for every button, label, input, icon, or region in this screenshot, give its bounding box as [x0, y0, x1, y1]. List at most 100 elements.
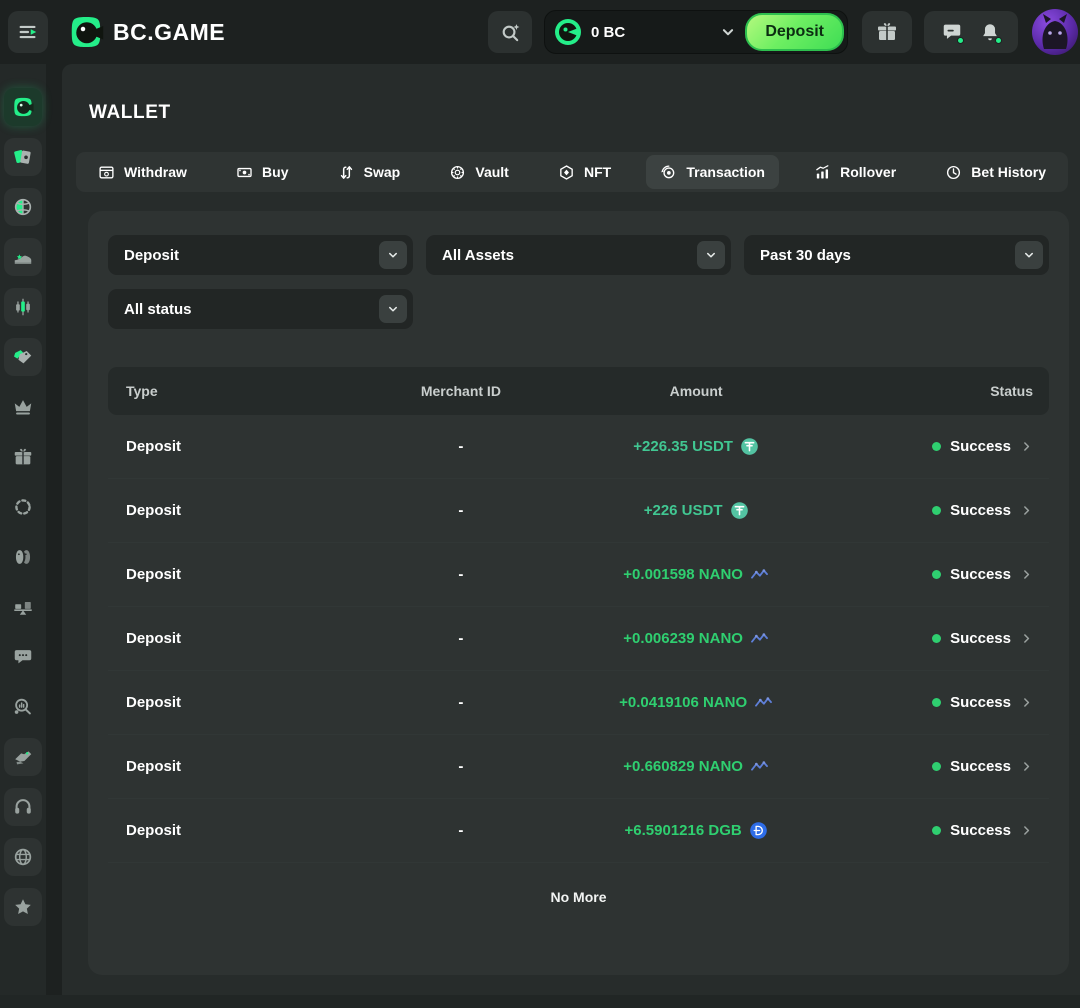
table-row[interactable]: Deposit - +0.001598 NANO Success [108, 543, 1049, 607]
tab-label: Vault [475, 164, 508, 180]
status-label: Success [950, 822, 1011, 839]
row-status[interactable]: Success [932, 502, 1049, 519]
no-more-label: No More [108, 889, 1049, 905]
dropdown-value: All Assets [442, 247, 514, 264]
row-status[interactable]: Success [932, 822, 1049, 839]
balance-selector[interactable]: 0 BC Deposit [544, 10, 848, 54]
filter-dropdown[interactable]: All Assets [426, 235, 731, 275]
sidebar-item-icon [12, 146, 34, 168]
dropdown-chevron-button[interactable] [379, 295, 407, 323]
table-row[interactable]: Deposit - +226 USDT Success [108, 479, 1049, 543]
chevron-right-icon [1020, 504, 1033, 517]
sidebar-item-icon [12, 496, 34, 518]
row-type: Deposit [108, 758, 181, 775]
row-amount-text: +0.660829 NANO [623, 758, 743, 775]
wallet-tab[interactable]: Swap [324, 155, 415, 189]
avatar-creature-icon [1032, 9, 1078, 55]
sidebar-item[interactable] [4, 738, 42, 776]
sidebar-item-icon [12, 746, 34, 768]
sidebar-item[interactable] [4, 838, 42, 876]
gift-icon [875, 20, 899, 44]
wallet-tab[interactable]: NFT [544, 155, 625, 189]
tab-label: Bet History [971, 164, 1046, 180]
chevron-right-icon [1020, 632, 1033, 645]
chevron-down-icon [386, 302, 400, 316]
table-row[interactable]: Deposit - +0.0419106 NANO Success [108, 671, 1049, 735]
sidebar-item[interactable] [4, 788, 42, 826]
avatar[interactable] [1032, 9, 1078, 55]
wallet-tab[interactable]: Vault [435, 155, 522, 189]
wallet-tab[interactable]: Bet History [931, 155, 1060, 189]
rewards-button[interactable] [862, 11, 912, 53]
filter-row: Deposit All Assets Past 30 days [108, 235, 1049, 329]
row-status[interactable]: Success [932, 694, 1049, 711]
chat-status-dot [957, 37, 964, 44]
top-header: BC.GAME 0 BC Deposit [0, 0, 1080, 64]
row-merchant-id: - [458, 566, 463, 583]
sidebar-item[interactable] [4, 188, 42, 226]
sidebar-item-icon [12, 596, 34, 618]
table-row[interactable]: Deposit - +6.5901216 DGB Success [108, 799, 1049, 863]
table-row[interactable]: Deposit - +0.660829 NANO Success [108, 735, 1049, 799]
chevron-right-icon [1020, 568, 1033, 581]
sidebar-item[interactable] [4, 538, 42, 576]
row-status[interactable]: Success [932, 438, 1049, 455]
brand-logo-text: BC.GAME [113, 19, 225, 46]
tab-icon [98, 164, 115, 181]
sidebar-item-icon [12, 796, 34, 818]
chevron-right-icon [1020, 696, 1033, 709]
notifications-button[interactable] [979, 21, 1001, 43]
filter-dropdown[interactable]: Past 30 days [744, 235, 1049, 275]
sidebar-item[interactable] [4, 88, 42, 126]
row-amount: +226.35 USDT [633, 437, 759, 456]
status-label: Success [950, 630, 1011, 647]
tab-icon [338, 164, 355, 181]
sidebar-item[interactable] [4, 338, 42, 376]
wallet-tab[interactable]: Buy [222, 155, 302, 189]
chevron-down-icon[interactable] [719, 23, 737, 41]
filter-dropdown[interactable]: All status [108, 289, 413, 329]
row-status[interactable]: Success [932, 758, 1049, 775]
coin-icon [730, 501, 749, 520]
dropdown-chevron-button[interactable] [1015, 241, 1043, 269]
success-dot [932, 570, 941, 579]
sidebar-item[interactable] [4, 138, 42, 176]
sidebar-item[interactable] [4, 388, 42, 426]
dropdown-chevron-button[interactable] [379, 241, 407, 269]
sidebar-item-icon [12, 396, 34, 418]
deposit-button[interactable]: Deposit [745, 13, 844, 51]
col-header-status: Status [990, 383, 1049, 399]
success-dot [932, 506, 941, 515]
wallet-tab[interactable]: Transaction [646, 155, 779, 189]
chat-button[interactable] [941, 21, 963, 43]
row-merchant-id: - [458, 630, 463, 647]
row-amount-text: +0.0419106 NANO [619, 694, 747, 711]
tab-label: Rollover [840, 164, 896, 180]
sidebar-item[interactable] [4, 488, 42, 526]
row-amount-text: +0.006239 NANO [623, 630, 743, 647]
dropdown-chevron-button[interactable] [697, 241, 725, 269]
wallet-tab[interactable]: Withdraw [84, 155, 201, 189]
wallet-tab[interactable]: Rollover [800, 155, 910, 189]
row-status[interactable]: Success [932, 630, 1049, 647]
sidebar-toggle-button[interactable] [8, 11, 48, 53]
sidebar-item[interactable] [4, 688, 42, 726]
sidebar-item[interactable] [4, 638, 42, 676]
sidebar-item-icon [12, 896, 34, 918]
table-row[interactable]: Deposit - +0.006239 NANO Success [108, 607, 1049, 671]
sidebar-item[interactable] [4, 288, 42, 326]
sidebar-item[interactable] [4, 588, 42, 626]
search-button[interactable] [488, 11, 532, 53]
table-row[interactable]: Deposit - +226.35 USDT Success [108, 415, 1049, 479]
row-status[interactable]: Success [932, 566, 1049, 583]
sidebar-item[interactable] [4, 238, 42, 276]
sidebar-item[interactable] [4, 438, 42, 476]
brand-logo[interactable]: BC.GAME [68, 14, 225, 50]
left-sidebar [0, 64, 46, 1008]
chevron-right-icon [1020, 760, 1033, 773]
sidebar-item-icon [12, 696, 34, 718]
row-type: Deposit [108, 502, 181, 519]
filter-dropdown[interactable]: Deposit [108, 235, 413, 275]
balance-amount: 0 BC [591, 24, 625, 41]
sidebar-item[interactable] [4, 888, 42, 926]
